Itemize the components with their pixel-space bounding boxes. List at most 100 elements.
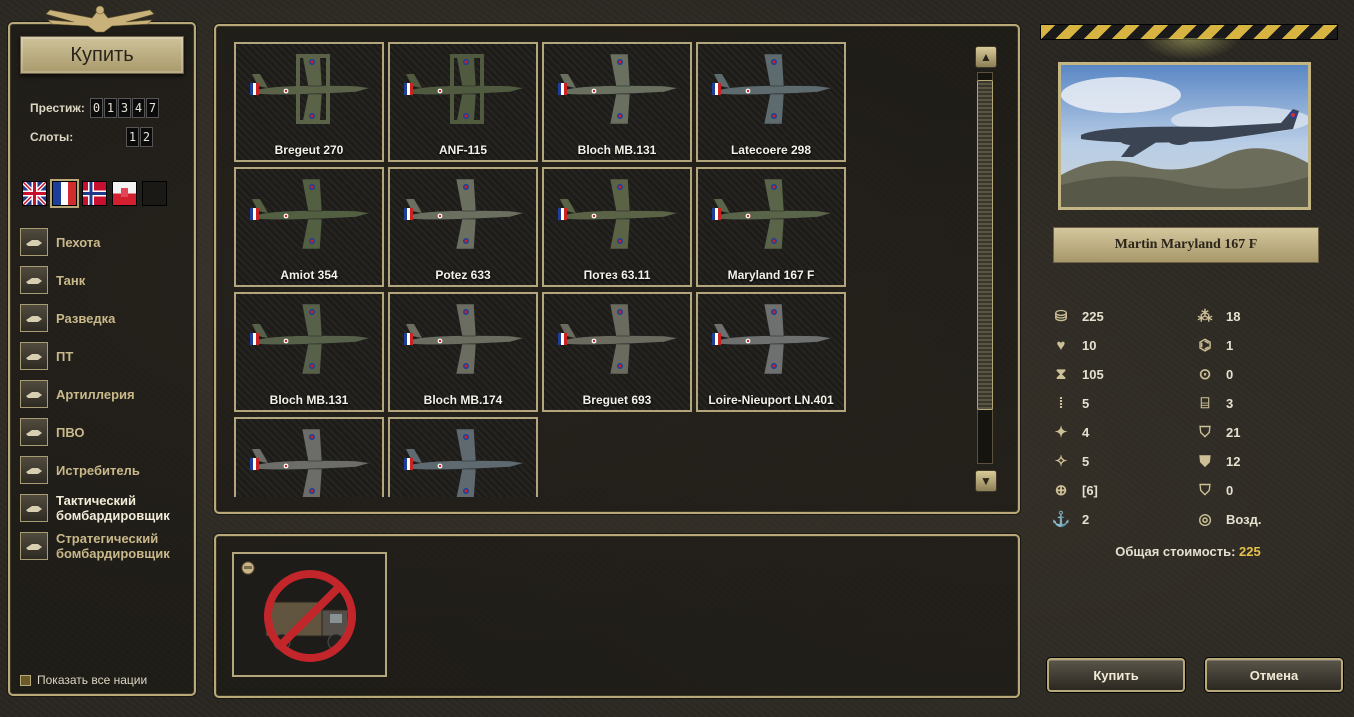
flag-norway-icon[interactable] bbox=[82, 181, 107, 206]
stat-value: [6] bbox=[1082, 482, 1098, 498]
eagle-emblem-icon bbox=[45, 5, 155, 33]
flag-france-icon[interactable] bbox=[50, 179, 79, 208]
stat-value: 5 bbox=[1082, 395, 1090, 411]
recon-icon[interactable] bbox=[20, 304, 48, 332]
prestige-label: Престиж: bbox=[30, 101, 85, 115]
stat-ammo: ⁞ 5 bbox=[1050, 393, 1090, 413]
stat-value: 10 bbox=[1082, 337, 1097, 353]
category-aa[interactable]: ПВО bbox=[20, 416, 85, 448]
unit-card[interactable]: ANF-115 bbox=[388, 42, 538, 162]
unit-card[interactable]: Loire-Nieuport LN.401 bbox=[696, 292, 846, 412]
unit-card[interactable]: Latecoere 298 bbox=[696, 42, 846, 162]
unit-card[interactable] bbox=[234, 417, 384, 497]
close-defense-icon: ⛉ bbox=[1199, 481, 1211, 499]
category-strategic[interactable]: Стратегический бомбардировщик bbox=[20, 530, 181, 562]
transport-slot[interactable] bbox=[232, 552, 387, 677]
strategic-bomber-icon[interactable] bbox=[20, 532, 48, 560]
unit-name: Breguet 693 bbox=[582, 393, 652, 407]
stat-value: 105 bbox=[1082, 366, 1104, 382]
show-all-nations-checkbox[interactable]: Показать все нации bbox=[20, 673, 147, 687]
anti-tank-icon[interactable] bbox=[20, 342, 48, 370]
unit-card[interactable]: Amiot 354 bbox=[234, 167, 384, 287]
prestige-counter: 01347 bbox=[90, 98, 159, 118]
scroll-down-button[interactable]: ▼ bbox=[975, 470, 997, 492]
stat-initiative: ⌸ 3 bbox=[1194, 393, 1233, 413]
category-label: Артиллерия bbox=[56, 386, 135, 402]
unit-card[interactable]: Bregeut 270 bbox=[234, 42, 384, 162]
fighter-icon[interactable] bbox=[20, 456, 48, 484]
tactical-bomber-icon[interactable] bbox=[20, 494, 48, 522]
buy-button[interactable]: Купить bbox=[1047, 658, 1185, 692]
unit-card[interactable]: Bloch MB.131 bbox=[234, 292, 384, 412]
aircraft-icon bbox=[712, 53, 833, 125]
unit-name: Latecoere 298 bbox=[730, 143, 812, 157]
stat-soft-attack: ✦ 4 bbox=[1050, 422, 1090, 442]
prestige-digit: 4 bbox=[132, 98, 145, 118]
tank-icon[interactable] bbox=[20, 266, 48, 294]
unit-card[interactable]: Maryland 167 F bbox=[696, 167, 846, 287]
prestige-digit: 0 bbox=[90, 98, 103, 118]
slots-counter: 12 bbox=[126, 127, 153, 147]
prestige-digit: 7 bbox=[146, 98, 159, 118]
slots-digit: 1 bbox=[126, 127, 139, 147]
slots-label: Слоты: bbox=[30, 130, 74, 144]
cancel-button[interactable]: Отмена bbox=[1205, 658, 1343, 692]
anti-air-icon[interactable] bbox=[20, 418, 48, 446]
artillery-icon[interactable] bbox=[20, 380, 48, 408]
stat-value: 5 bbox=[1082, 453, 1090, 469]
checkbox-icon[interactable] bbox=[20, 674, 31, 686]
unit-card[interactable] bbox=[388, 417, 538, 497]
soft-attack-icon: ✦ bbox=[1054, 424, 1068, 441]
scroll-thumb[interactable] bbox=[977, 80, 993, 410]
prestige-digit: 1 bbox=[104, 98, 117, 118]
slots-digit: 2 bbox=[140, 127, 153, 147]
total-cost: Общая стоимость: 225 bbox=[1040, 544, 1336, 559]
stat-air-defense: ⛊ 12 bbox=[1194, 451, 1240, 471]
unit-card[interactable]: Breguet 693 bbox=[542, 292, 692, 412]
unit-card[interactable]: Bloch MB.174 bbox=[388, 292, 538, 412]
lamp-glow bbox=[1140, 38, 1240, 60]
ammo-icon: ⁞ bbox=[1058, 394, 1064, 412]
category-recon[interactable]: Разведка bbox=[20, 302, 115, 334]
movement-icon: ⁂ bbox=[1197, 308, 1213, 325]
aircraft-icon bbox=[250, 178, 371, 250]
infantry-icon[interactable] bbox=[20, 228, 48, 256]
total-cost-label: Общая стоимость: bbox=[1115, 544, 1236, 559]
aircraft-icon bbox=[558, 53, 679, 125]
category-tactical[interactable]: Тактический бомбардировщик bbox=[20, 492, 181, 524]
category-label: Пехота bbox=[56, 234, 101, 250]
strength-icon: ♥ bbox=[1056, 336, 1066, 354]
category-label: ПТ bbox=[56, 348, 74, 364]
category-infantry[interactable]: Пехота bbox=[20, 226, 101, 258]
unit-scrollbar[interactable]: ▲ ▼ bbox=[975, 46, 997, 492]
category-fighter[interactable]: Истребитель bbox=[20, 454, 140, 486]
target-type-icon: ◎ bbox=[1198, 511, 1212, 528]
nation-flags bbox=[22, 179, 167, 208]
stat-air-attack: ⊕ [6] bbox=[1050, 480, 1098, 500]
flag-uk-icon[interactable] bbox=[22, 181, 47, 206]
stat-value: 0 bbox=[1226, 366, 1234, 382]
show-all-nations-label: Показать все нации bbox=[37, 673, 148, 687]
stat-naval-attack: ⚓ 2 bbox=[1050, 509, 1090, 529]
category-tank[interactable]: Танк bbox=[20, 264, 85, 296]
category-at[interactable]: ПТ bbox=[20, 340, 73, 372]
total-cost-value: 225 bbox=[1239, 544, 1261, 559]
stat-cost: ⛁ 225 bbox=[1050, 306, 1104, 326]
aircraft-icon bbox=[404, 53, 525, 125]
unit-card[interactable]: Potez 633 bbox=[388, 167, 538, 287]
scroll-up-button[interactable]: ▲ bbox=[975, 46, 997, 68]
prestige-digit: 3 bbox=[118, 98, 131, 118]
unit-card[interactable]: Bloch MB.131 bbox=[542, 42, 692, 162]
aircraft-icon bbox=[404, 303, 525, 375]
stat-value: 3 bbox=[1226, 395, 1234, 411]
aircraft-icon bbox=[712, 303, 833, 375]
stat-value: 2 bbox=[1082, 511, 1090, 527]
buy-title-plate: Купить bbox=[20, 36, 184, 74]
category-artillery[interactable]: Артиллерия bbox=[20, 378, 135, 410]
flag-poland-icon[interactable] bbox=[112, 181, 137, 206]
aircraft-icon bbox=[558, 303, 679, 375]
aircraft-photo-icon bbox=[1061, 65, 1308, 207]
stat-value: 225 bbox=[1082, 308, 1104, 324]
unit-card[interactable]: Потез 63.11 bbox=[542, 167, 692, 287]
unit-name: Bloch MB.174 bbox=[423, 393, 503, 407]
